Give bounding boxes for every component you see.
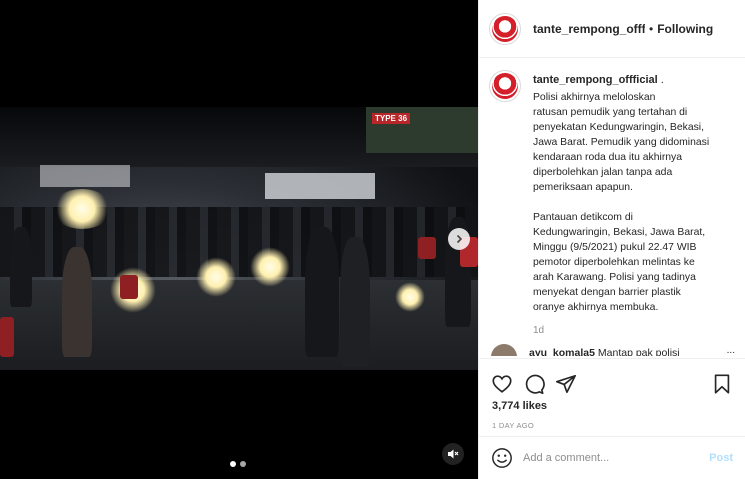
share-icon[interactable] [555,373,577,395]
caption-time[interactable]: 1d [533,325,737,336]
post-header: tante_rempong_offficial • Following [479,0,745,58]
emoji-icon[interactable] [491,447,513,469]
caption-body: tante_rempong_offficial . Polisi akhirny… [533,70,737,340]
video-red-shirt [418,237,436,259]
post-side-panel: tante_rempong_offficial • Following tant… [478,0,745,479]
video-headlight [196,257,236,297]
following-button[interactable]: Following [657,22,713,36]
caption: tante_rempong_offficial . Polisi akhirny… [489,70,739,340]
comment-icon[interactable] [523,373,545,395]
add-comment-bar: Post [479,436,745,479]
comment-preview-text: ayu_komala5 Mantap pak polisi [529,347,680,356]
avatar-logo [492,15,518,42]
bookmark-icon[interactable] [711,373,733,395]
video-red-object [0,317,14,357]
actions-area: 3,774 likes 1 DAY AGO [479,358,745,430]
video-sign-text: TYPE 36 [372,113,411,124]
post-comment-button[interactable]: Post [709,452,733,464]
mute-button[interactable] [442,443,464,465]
header-separator: • [649,21,654,36]
caption-avatar[interactable] [489,70,521,102]
carousel-dots [230,461,246,467]
video-headlight [395,282,425,312]
next-media-button[interactable] [448,228,470,250]
action-bar [479,359,745,399]
mute-icon [448,449,459,459]
post-media: TYPE 36 [0,0,478,479]
caption-username[interactable]: tante_rempong_offficial [533,74,658,86]
heart-icon[interactable] [491,373,513,395]
video-person [340,237,370,367]
video-building [265,173,375,199]
commenter-avatar[interactable] [491,344,517,356]
avatar[interactable] [489,12,521,45]
video-building [40,165,130,187]
video-light [52,189,112,229]
video-person [10,227,32,307]
chevron-right-icon [456,234,463,244]
avatar-logo [492,73,518,99]
comment-preview: ayu_komala5 Mantap pak polisi ... [489,344,735,356]
header-username[interactable]: tante_rempong_offficial [533,22,645,36]
video-headlight [250,247,290,287]
caption-text: Polisi akhirnya meloloskan ratusan pemud… [533,92,710,313]
video-person [305,227,339,357]
carousel-dot [240,461,246,467]
video-frame[interactable]: TYPE 36 [0,107,478,370]
comment-text: Mantap pak polisi [597,347,680,356]
video-shop-sign: TYPE 36 [366,107,478,153]
carousel-dot-active [230,461,236,467]
video-red-shirt [120,275,138,299]
caption-suffix: . [657,74,664,86]
likes-count[interactable]: 3,774 likes [479,400,745,412]
post-time-ago[interactable]: 1 DAY AGO [479,421,745,430]
comment-input[interactable] [523,452,710,464]
commenter-username[interactable]: ayu_komala5 [529,347,595,356]
comment-more-icon[interactable]: ... [727,345,735,356]
video-person [62,247,92,357]
